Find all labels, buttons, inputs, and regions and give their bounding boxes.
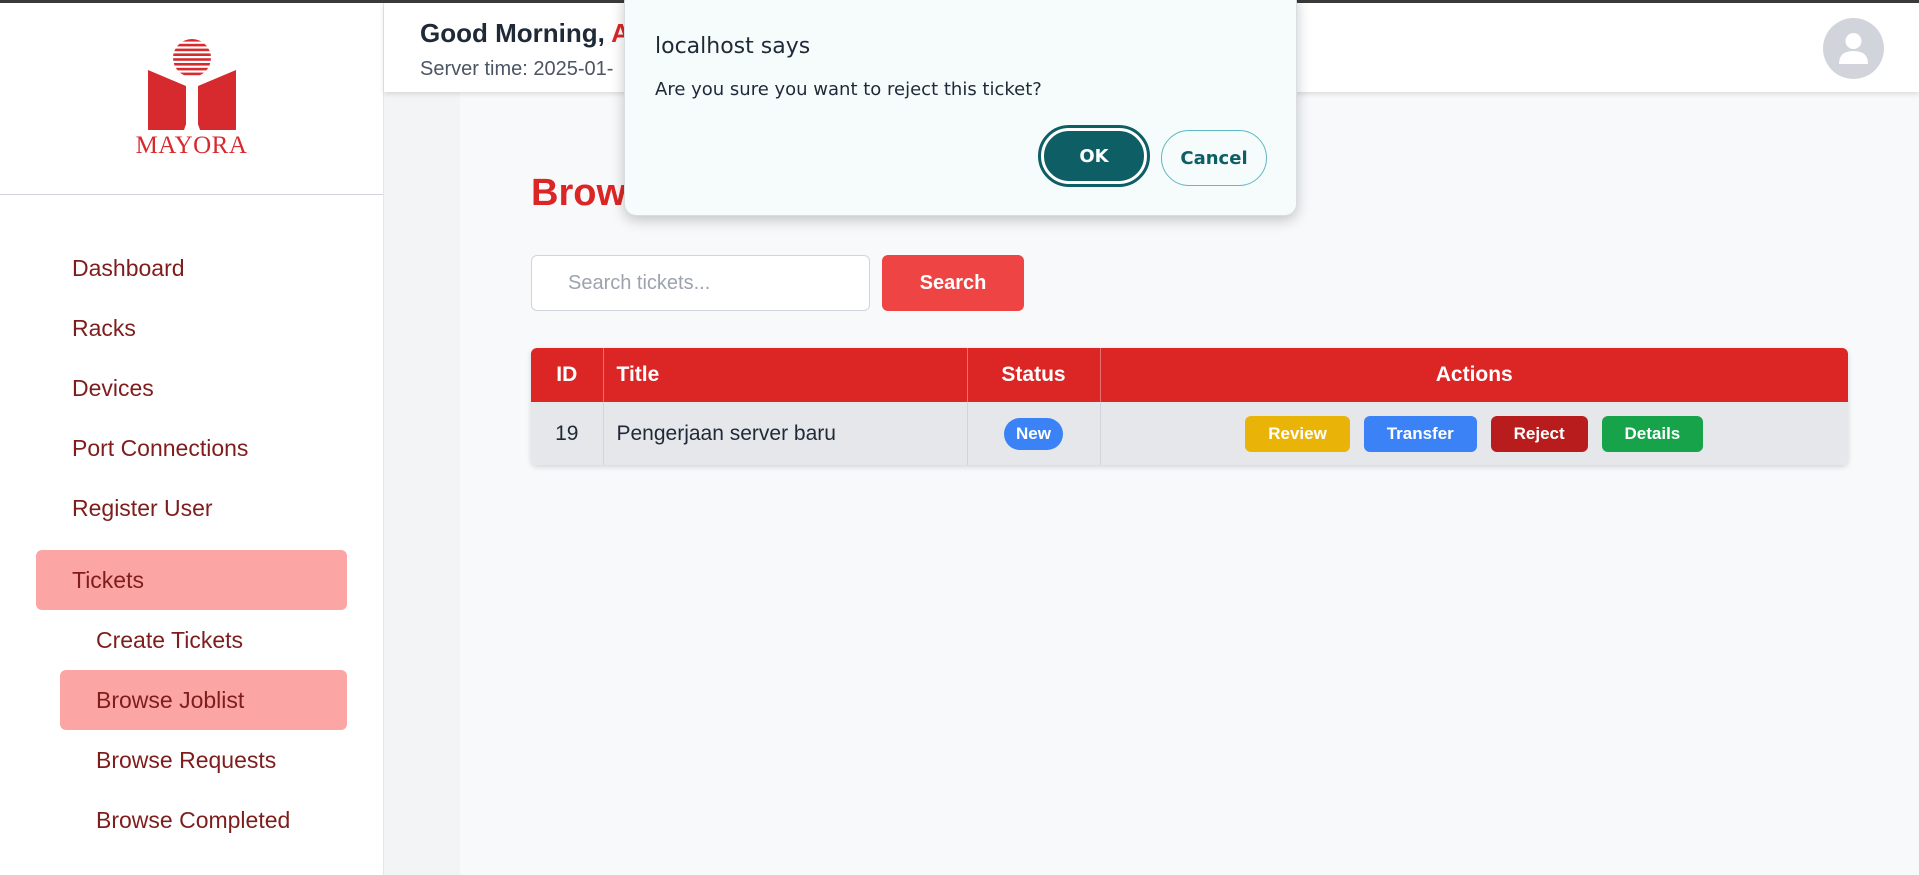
column-header-title[interactable]: Title: [603, 348, 968, 402]
reject-button[interactable]: Reject: [1490, 415, 1588, 452]
sidebar-item-browse-joblist[interactable]: Browse Joblist: [60, 670, 347, 730]
greeting-text: Good Morning,: [420, 18, 605, 48]
details-button[interactable]: Details: [1601, 415, 1704, 452]
confirm-dialog: localhost says Are you sure you want to …: [624, 0, 1297, 216]
ticket-title: Pengerjaan server baru: [603, 402, 968, 465]
dialog-message: Are you sure you want to reject this tic…: [655, 79, 1042, 100]
dialog-ok-button[interactable]: OK: [1038, 125, 1150, 187]
sidebar-item-create-tickets[interactable]: Create Tickets: [60, 610, 347, 670]
ticket-status-cell: New: [967, 402, 1101, 465]
dialog-cancel-button[interactable]: Cancel: [1161, 130, 1267, 186]
review-button[interactable]: Review: [1245, 415, 1350, 452]
column-header-status[interactable]: Status: [967, 348, 1101, 402]
sidebar-item-tickets[interactable]: Tickets: [36, 550, 347, 610]
column-header-id[interactable]: ID: [531, 348, 604, 402]
sidebar-item-register-user[interactable]: Register User: [36, 478, 347, 538]
logo[interactable]: MAYORA: [0, 0, 383, 195]
transfer-button[interactable]: Transfer: [1363, 415, 1477, 452]
sidebar-item-browse-requests[interactable]: Browse Requests: [60, 730, 347, 790]
sidebar-item-dashboard[interactable]: Dashboard: [36, 238, 347, 298]
tickets-table: ID Title Status Actions 19 Pengerjaan se…: [531, 348, 1848, 465]
sidebar: MAYORA Dashboard Racks Devices Port Conn…: [0, 0, 384, 875]
sidebar-item-port-connections[interactable]: Port Connections: [36, 418, 347, 478]
sidebar-item-devices[interactable]: Devices: [36, 358, 347, 418]
search-input[interactable]: [531, 255, 870, 311]
search-button[interactable]: Search: [882, 255, 1024, 311]
avatar[interactable]: [1823, 18, 1884, 79]
mayora-logo-icon: [147, 39, 236, 130]
server-time: Server time: 2025-01-: [420, 58, 614, 80]
sidebar-item-racks[interactable]: Racks: [36, 298, 347, 358]
status-badge: New: [1004, 417, 1063, 450]
greeting: Good Morning, A: [420, 18, 630, 49]
brand-name: MAYORA: [135, 132, 248, 159]
user-icon: [1839, 33, 1868, 64]
table-row: 19 Pengerjaan server baru New Review Tra…: [531, 402, 1848, 465]
ticket-id: 19: [531, 402, 604, 465]
ticket-actions: Review Transfer Reject Details: [1100, 402, 1848, 465]
sidebar-item-browse-completed[interactable]: Browse Completed: [60, 790, 347, 850]
column-header-actions: Actions: [1100, 348, 1848, 402]
dialog-title: localhost says: [655, 34, 811, 59]
table-header-row: ID Title Status Actions: [531, 348, 1848, 402]
sidebar-nav: Dashboard Racks Devices Port Connections…: [0, 195, 383, 850]
